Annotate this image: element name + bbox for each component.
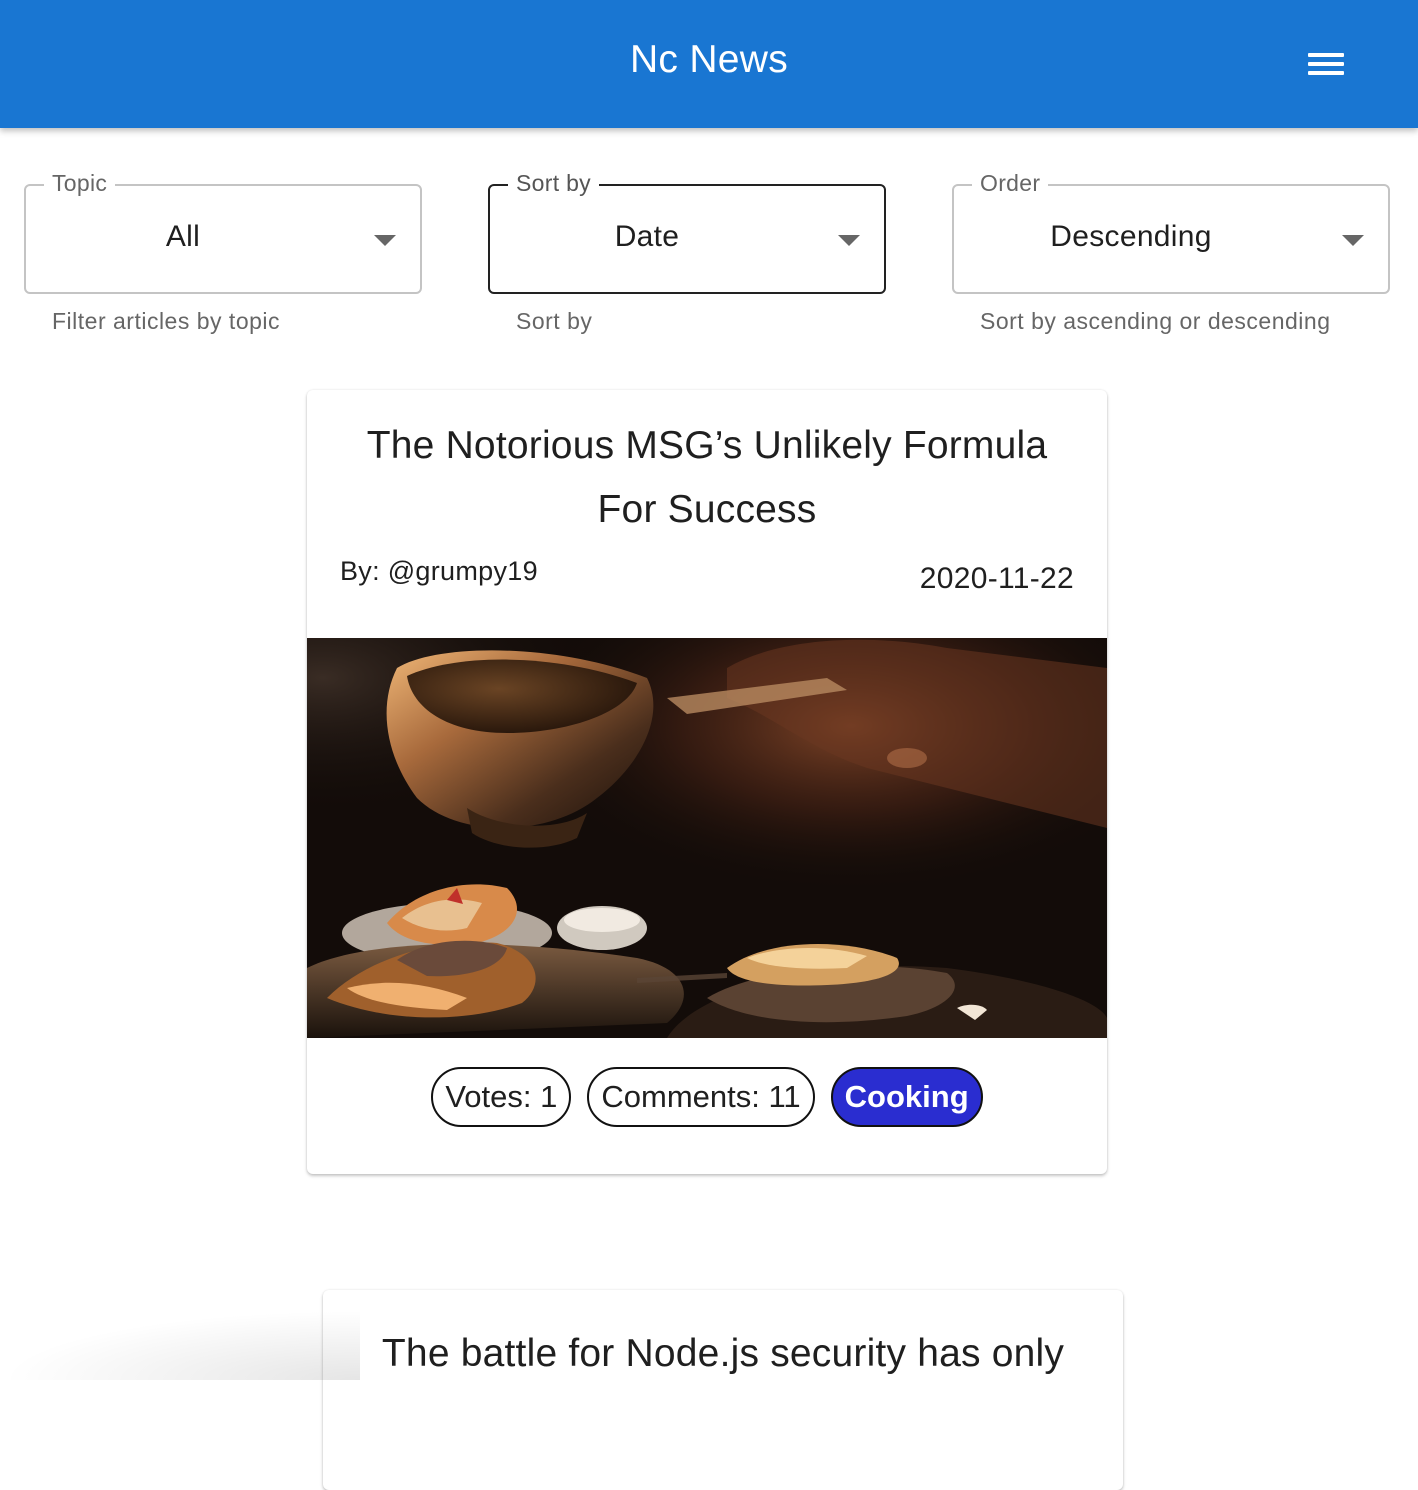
order-select-label: Order bbox=[972, 170, 1049, 197]
menu-icon-bar bbox=[1308, 62, 1344, 66]
sort-by-select-helper: Sort by bbox=[516, 308, 593, 334]
chevron-down-icon[interactable] bbox=[838, 235, 860, 246]
article-card[interactable]: The Notorious MSG’s Unlikely Formula For… bbox=[307, 390, 1107, 1174]
sort-by-select-value[interactable]: Date bbox=[488, 220, 806, 254]
topic-select-value[interactable]: All bbox=[24, 220, 342, 254]
topic-select-label: Topic bbox=[44, 170, 116, 197]
menu-icon-bar bbox=[1308, 71, 1344, 75]
article-author: By: @grumpy19 bbox=[340, 556, 538, 586]
votes-chip: Votes: 1 bbox=[431, 1067, 572, 1127]
order-select[interactable]: Order Descending Sort by ascending or de… bbox=[952, 170, 1390, 334]
app-title: Nc News bbox=[629, 38, 789, 81]
sort-by-select-label: Sort by bbox=[508, 170, 599, 197]
article-date: 2020-11-22 bbox=[919, 562, 1074, 595]
topic-select-helper: Filter articles by topic bbox=[52, 308, 281, 334]
article-title[interactable]: The Notorious MSG’s Unlikely Formula For… bbox=[337, 414, 1077, 542]
article-card[interactable]: The battle for Node.js security has only bbox=[323, 1290, 1123, 1490]
order-select-value[interactable]: Descending bbox=[952, 220, 1310, 254]
topic-select[interactable]: Topic All Filter articles by topic bbox=[24, 170, 422, 334]
chevron-down-icon[interactable] bbox=[1342, 235, 1364, 246]
article-image[interactable] bbox=[307, 638, 1107, 1038]
bottom-shadow bbox=[0, 1310, 360, 1380]
article-stats: Votes: 1 Comments: 11 Cooking bbox=[307, 1067, 1107, 1127]
menu-icon-bar bbox=[1308, 53, 1344, 57]
menu-button[interactable] bbox=[1296, 42, 1356, 86]
order-select-helper: Sort by ascending or descending bbox=[980, 308, 1331, 334]
article-title[interactable]: The battle for Node.js security has only bbox=[353, 1322, 1093, 1386]
app-bar: Nc News bbox=[0, 0, 1418, 128]
sort-by-select[interactable]: Sort by Date Sort by bbox=[488, 170, 886, 334]
comments-chip: Comments: 11 bbox=[587, 1067, 815, 1127]
chevron-down-icon[interactable] bbox=[374, 235, 396, 246]
topic-chip[interactable]: Cooking bbox=[830, 1067, 983, 1127]
